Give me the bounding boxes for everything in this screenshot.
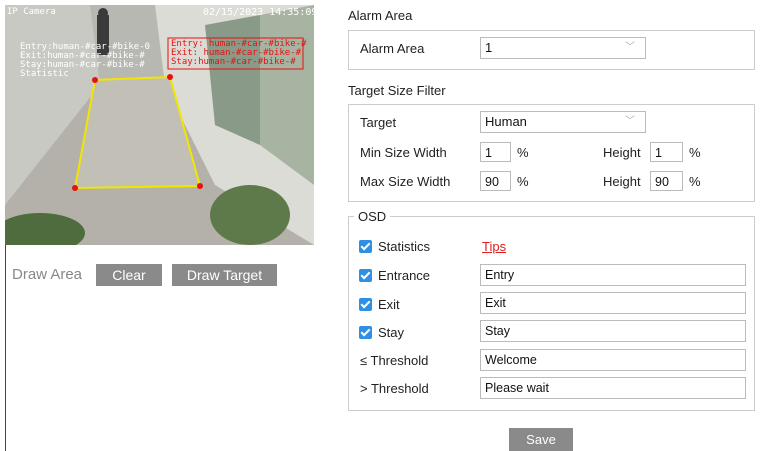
target-size-filter-section-title: Target Size Filter: [348, 83, 446, 98]
gt-threshold-label: > Threshold: [360, 381, 429, 396]
alarm-area-select[interactable]: 1 ﹀: [480, 37, 646, 59]
target-select[interactable]: Human ﹀: [480, 111, 646, 133]
alarm-area-label: Alarm Area: [360, 41, 425, 56]
gt-threshold-input[interactable]: Please wait: [480, 377, 746, 399]
save-button[interactable]: Save: [509, 428, 573, 451]
min-height-unit: %: [689, 145, 701, 160]
target-label: Target: [360, 115, 397, 130]
max-size-height-label: Height: [603, 174, 641, 189]
channel-label: IP Camera: [7, 7, 56, 17]
exit-label: Exit: [378, 297, 400, 312]
alarm-area-section-title: Alarm Area: [348, 8, 413, 23]
clear-button[interactable]: Clear: [96, 264, 162, 286]
le-threshold-input[interactable]: Welcome: [480, 349, 746, 371]
max-width-unit: %: [517, 174, 529, 189]
draw-target-size-button[interactable]: Draw Target Size: [172, 264, 277, 305]
alarm-area-value: 1: [485, 40, 493, 55]
osd-right-line-3: Stay:human-#car-#bike-#: [171, 57, 296, 67]
chevron-down-icon: ﹀: [625, 42, 635, 53]
entrance-text-input[interactable]: Entry: [480, 264, 746, 286]
stay-text-input[interactable]: Stay: [480, 320, 746, 342]
entrance-label: Entrance: [378, 268, 431, 283]
camera-preview[interactable]: IP Camera 02/15/2023 14:35:09 Entry:huma…: [5, 5, 314, 245]
draw-area-button[interactable]: Draw Area: [12, 264, 82, 286]
stay-checkbox[interactable]: [359, 326, 372, 339]
panel-divider: [5, 245, 6, 451]
chevron-down-icon: ﹀: [625, 116, 635, 127]
stay-label: Stay: [378, 325, 405, 340]
min-size-height-input[interactable]: 1: [650, 142, 683, 162]
timestamp: 02/15/2023 14:35:09: [203, 7, 314, 18]
exit-text-input[interactable]: Exit: [480, 292, 746, 314]
osd-section-title: OSD: [354, 209, 391, 224]
entrance-checkbox[interactable]: [359, 269, 372, 282]
max-size-height-input[interactable]: 90: [650, 171, 683, 191]
tips-link[interactable]: Tips: [482, 239, 506, 254]
max-size-width-input[interactable]: 90: [480, 171, 511, 191]
min-width-unit: %: [517, 145, 529, 160]
max-height-unit: %: [689, 174, 701, 189]
max-size-width-label: Max Size Width: [360, 174, 451, 189]
statistics-checkbox[interactable]: [359, 240, 372, 253]
osd-left-line-4: Statistic: [20, 69, 69, 79]
min-size-height-label: Height: [603, 145, 641, 160]
target-value: Human: [485, 114, 527, 129]
min-size-width-input[interactable]: 1: [480, 142, 511, 162]
statistics-label: Statistics: [378, 239, 431, 254]
le-threshold-label: ≤ Threshold: [360, 353, 429, 368]
min-size-width-label: Min Size Width: [360, 145, 447, 160]
exit-checkbox[interactable]: [359, 298, 372, 311]
